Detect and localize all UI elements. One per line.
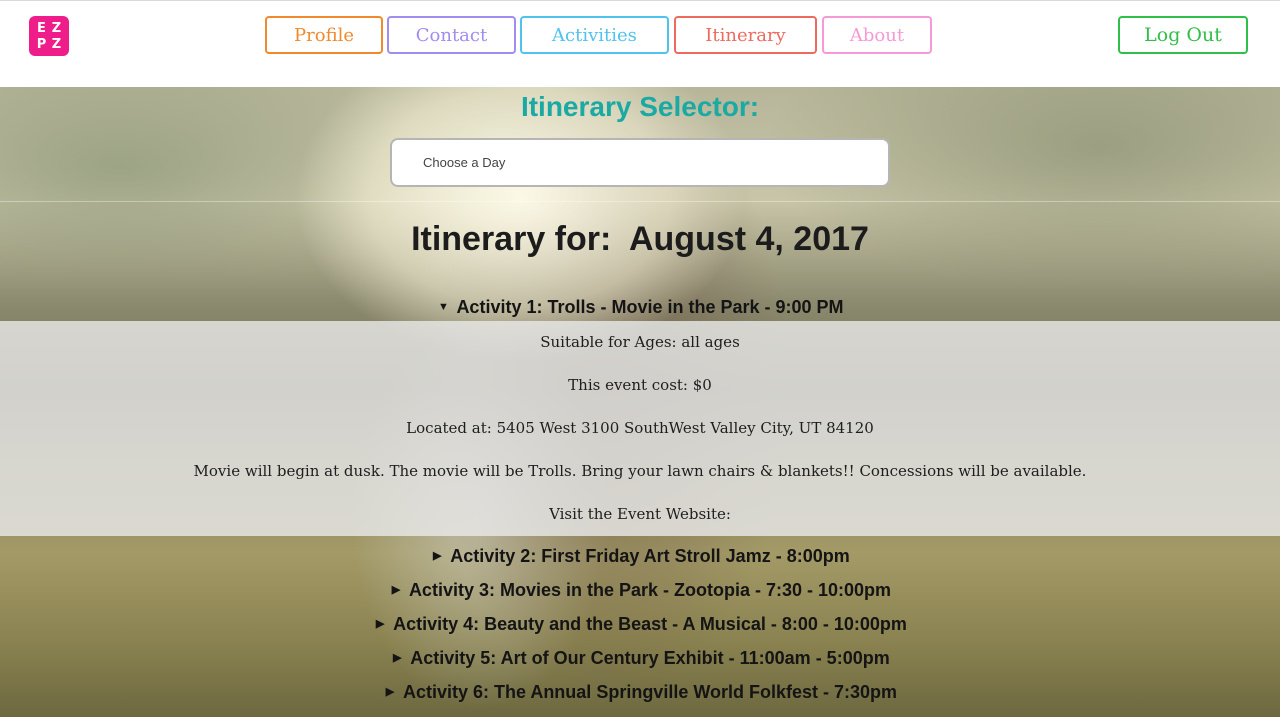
activity-1-details: Suitable for Ages: all ages This event c… [0,321,1280,536]
logo-letter: P [36,36,47,52]
activity-4-summary[interactable]: ▶ Activity 4: Beauty and the Beast - A M… [0,612,1280,636]
caret-right-icon: ▶ [385,686,395,698]
caret-right-icon: ▶ [433,550,442,562]
activity-6-label: Activity 6: The Annual Springville World… [402,682,898,702]
activity-cost: This event cost: $0 [568,376,712,394]
itinerary-heading: Itinerary for: August 4, 2017 [411,220,869,258]
caret-right-icon: ▶ [391,584,401,596]
logout-button[interactable]: Log Out [1118,16,1248,54]
activity-website-link[interactable]: Visit the Event Website: [0,504,1280,524]
page: E Z P Z Profile Contact Activities Itine… [0,0,1280,717]
logo-letter: Z [51,36,62,52]
activity-4-label: Activity 4: Beauty and the Beast - A Mus… [393,614,907,634]
activity-5-summary[interactable]: ▶ Activity 5: Art of Our Century Exhibit… [0,646,1280,670]
nav-profile-button[interactable]: Profile [265,16,383,54]
caret-right-icon: ▶ [375,618,385,630]
choose-day-placeholder: Choose a Day [423,155,506,170]
activity-2-summary[interactable]: ▶ Activity 2: First Friday Art Stroll Ja… [0,544,1280,568]
caret-right-icon: ▶ [393,652,402,664]
activity-3-summary[interactable]: ▶ Activity 3: Movies in the Park - Zooto… [0,578,1280,602]
caret-down-icon: ▼ [437,301,449,313]
nav-itinerary-button[interactable]: Itinerary [674,16,817,54]
itinerary-selector-title: Itinerary Selector: [520,91,760,122]
divider [0,201,1280,202]
nav-contact-button[interactable]: Contact [387,16,516,54]
nav-activities-button[interactable]: Activities [520,16,669,54]
activity-3-label: Activity 3: Movies in the Park - Zootopi… [408,580,892,600]
logo-letter: E [37,20,46,36]
activity-description: Movie will begin at dusk. The movie will… [193,462,1087,480]
activity-2-label: Activity 2: First Friday Art Stroll Jamz… [450,546,850,566]
logo-letter: Z [51,20,62,36]
activity-location: Located at: 5405 West 3100 SouthWest Val… [406,419,874,437]
top-navbar: E Z P Z Profile Contact Activities Itine… [0,0,1280,87]
choose-day-select[interactable]: Choose a Day [390,138,890,187]
activity-ages: Suitable for Ages: all ages [540,333,740,351]
nav-about-button[interactable]: About [822,16,932,54]
ezpz-logo[interactable]: E Z P Z [29,16,69,56]
hero-section: Itinerary Selector: Choose a Day Itinera… [0,87,1280,717]
activity-6-summary[interactable]: ▶ Activity 6: The Annual Springville Wor… [0,680,1280,704]
activity-1-summary[interactable]: ▼ Activity 1: Trolls - Movie in the Park… [0,295,1280,319]
activity-5-label: Activity 5: Art of Our Century Exhibit -… [410,648,890,668]
activity-1-label: Activity 1: Trolls - Movie in the Park -… [456,297,844,317]
